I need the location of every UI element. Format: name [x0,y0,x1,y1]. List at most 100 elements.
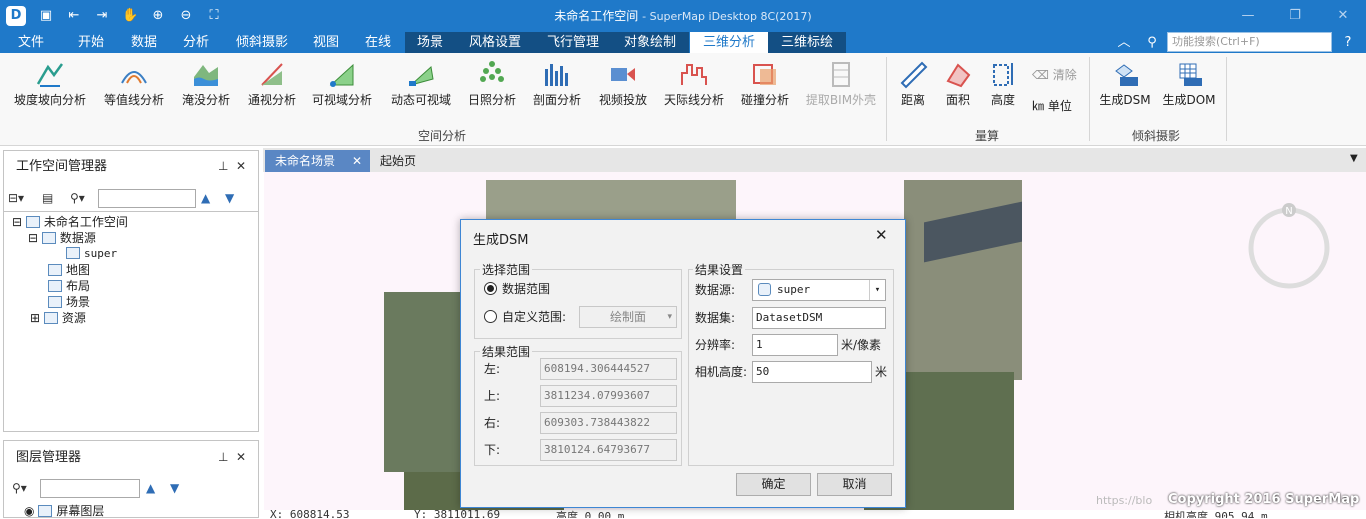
panel-close-icon[interactable]: ✕ [236,159,246,173]
custom-range-radio[interactable] [484,310,497,323]
gen-dsm-button[interactable]: 生成DSM [1098,59,1152,107]
resolution-label: 分辨率: [695,338,736,352]
find-icon[interactable]: ⚲▾ [12,481,27,495]
expand-icon[interactable]: ⊞ [30,311,40,325]
slope-aspect-button[interactable]: 坡度坡向分析 [9,59,91,107]
menu-online[interactable]: 在线 [355,32,401,53]
menu-start[interactable]: 开始 [68,32,114,53]
bottom-label: 下: [484,443,501,457]
compass-icon[interactable]: N [1246,202,1334,292]
menu-draw[interactable]: 对象绘制 [611,32,689,53]
clear-button[interactable]: ⌫ 清除 [1032,66,1077,83]
cancel-button[interactable]: 取消 [817,473,892,496]
pin-icon[interactable]: ⊥ [218,450,228,464]
title-bar: D ▣ ⇤ ⇥ ✋ ⊕ ⊖ ⛶ 未命名工作空间 - SuperMap iDesk… [0,0,1366,32]
bim-icon [832,62,850,87]
dynamic-viewshed-button[interactable]: 动态可视域 [385,59,457,107]
folder-icon [43,312,58,324]
collapse-icon[interactable]: ⊟ [12,215,22,229]
draw-face-button[interactable]: 绘制面 ▾ [579,306,677,328]
open-datasource-icon[interactable]: ⊟▾ [8,191,24,205]
copyright-watermark: Copyright 2016 SuperMap [1168,492,1360,507]
tree-node-screen-layer[interactable]: ◉ 屏幕图层 [24,503,104,519]
contour-button[interactable]: 等值线分析 [99,59,169,107]
unit-button[interactable]: ㎞ 单位 [1032,97,1072,114]
tree-search-input[interactable] [98,189,196,208]
tree-node-super[interactable]: super [66,246,117,262]
up-arrow-icon[interactable]: ▲ [146,481,155,495]
area-button[interactable]: 面积 [941,59,975,107]
menu-3d-analysis[interactable]: 三维分析 [690,32,768,53]
camera-height-input[interactable]: 50 [752,361,872,383]
skyline-button[interactable]: 天际线分析 [659,59,729,107]
dropdown-arrow-icon[interactable]: ▾ [869,280,885,300]
layer-search-input[interactable] [40,479,140,498]
video-icon [611,68,635,81]
dom-icon [1179,63,1202,86]
visible-eye-icon[interactable]: ◉ [24,504,34,518]
pin-icon[interactable]: ⊥ [218,159,228,173]
tree-node-maps[interactable]: 地图 [48,262,90,278]
collapse-ribbon-icon[interactable]: ︿ [1116,32,1132,53]
panel-close-icon[interactable]: ✕ [236,450,246,464]
height-button[interactable]: 高度 [986,59,1020,107]
data-range-label[interactable]: 数据范围 [502,281,550,297]
layer-panel: 图层管理器 ⊥ ✕ ⚲▾ ▲ ▼ ◉ 屏幕图层 [3,440,259,518]
down-arrow-icon[interactable]: ▼ [225,191,234,205]
tab-close-icon[interactable]: ✕ [352,150,362,172]
tab-start-page[interactable]: 起始页 [374,150,454,172]
dataset-input[interactable]: DatasetDSM [752,307,886,329]
new-icon[interactable]: ▤ [42,191,53,205]
right-label: 右: [484,416,501,430]
menu-flight[interactable]: 飞行管理 [535,32,611,53]
find-icon[interactable]: ⚲▾ [70,191,85,205]
menu-bar: 文件 开始 数据 分析 倾斜摄影 视图 在线 场景 风格设置 飞行管理 对象绘制… [0,32,1366,53]
close-icon[interactable]: ✕ [1328,6,1358,26]
collision-button[interactable]: 碰撞分析 [736,59,794,107]
dialog-close-icon[interactable]: ✕ [875,226,888,244]
minimize-icon[interactable]: — [1233,6,1263,26]
profile-button[interactable]: 剖面分析 [528,59,586,107]
menu-3d-plot[interactable]: 三维标绘 [768,32,846,53]
menu-analysis[interactable]: 分析 [173,32,219,53]
menu-oblique[interactable]: 倾斜摄影 [230,32,294,53]
custom-range-label[interactable]: 自定义范围: [502,309,566,325]
dynamic-viewshed-icon [409,66,434,86]
restore-icon[interactable]: ❐ [1280,6,1310,26]
tab-list-icon[interactable]: ▼ [1350,153,1358,164]
tab-scene[interactable]: 未命名场景 ✕ [265,150,370,172]
extract-bim-button[interactable]: 提取BIM外壳 [802,59,880,107]
flood-button[interactable]: 淹没分析 [177,59,235,107]
resolution-input[interactable]: 1 [752,334,838,356]
menu-file[interactable]: 文件 [8,32,54,53]
datasource-select[interactable]: super ▾ [752,279,886,301]
distance-button[interactable]: 距离 [896,59,930,107]
tree-node-scenes[interactable]: 场景 [48,294,90,310]
gen-dsm-dialog: 生成DSM ✕ 选择范围 数据范围 自定义范围: 绘制面 ▾ 结果范围 左: 60… [460,219,906,508]
tree-node-resources[interactable]: ⊞ 资源 [30,310,86,326]
help-icon[interactable]: ? [1340,32,1356,53]
tree-node-layouts[interactable]: 布局 [48,278,90,294]
spatial-group-label: 空间分析 [418,129,467,143]
tree-node-datasources[interactable]: ⊟ 数据源 [28,230,96,246]
menu-scene[interactable]: 场景 [405,32,455,53]
up-arrow-icon[interactable]: ▲ [201,191,210,205]
gen-dom-button[interactable]: 生成DOM [1161,59,1217,107]
search-input[interactable]: 功能搜索(Ctrl+F) [1167,32,1332,52]
down-arrow-icon[interactable]: ▼ [170,481,179,495]
viewshed-button[interactable]: 可视域分析 [307,59,377,107]
group-separator [1226,57,1227,141]
menu-style[interactable]: 风格设置 [455,32,535,53]
ok-button[interactable]: 确定 [736,473,811,496]
workspace-tree: ⊟ 未命名工作空间 ⊟ 数据源 super 地图 布局 场景 ⊞ 资源 [4,211,258,431]
result-settings-legend: 结果设置 [693,261,746,278]
tree-node-workspace[interactable]: ⊟ 未命名工作空间 [12,214,128,230]
visibility-button[interactable]: 通视分析 [243,59,301,107]
video-project-button[interactable]: 视频投放 [594,59,652,107]
collapse-icon[interactable]: ⊟ [28,231,38,245]
sunlight-button[interactable]: 日照分析 [463,59,521,107]
data-range-radio[interactable] [484,282,497,295]
menu-data[interactable]: 数据 [121,32,167,53]
menu-view[interactable]: 视图 [303,32,349,53]
group-separator [886,57,887,141]
